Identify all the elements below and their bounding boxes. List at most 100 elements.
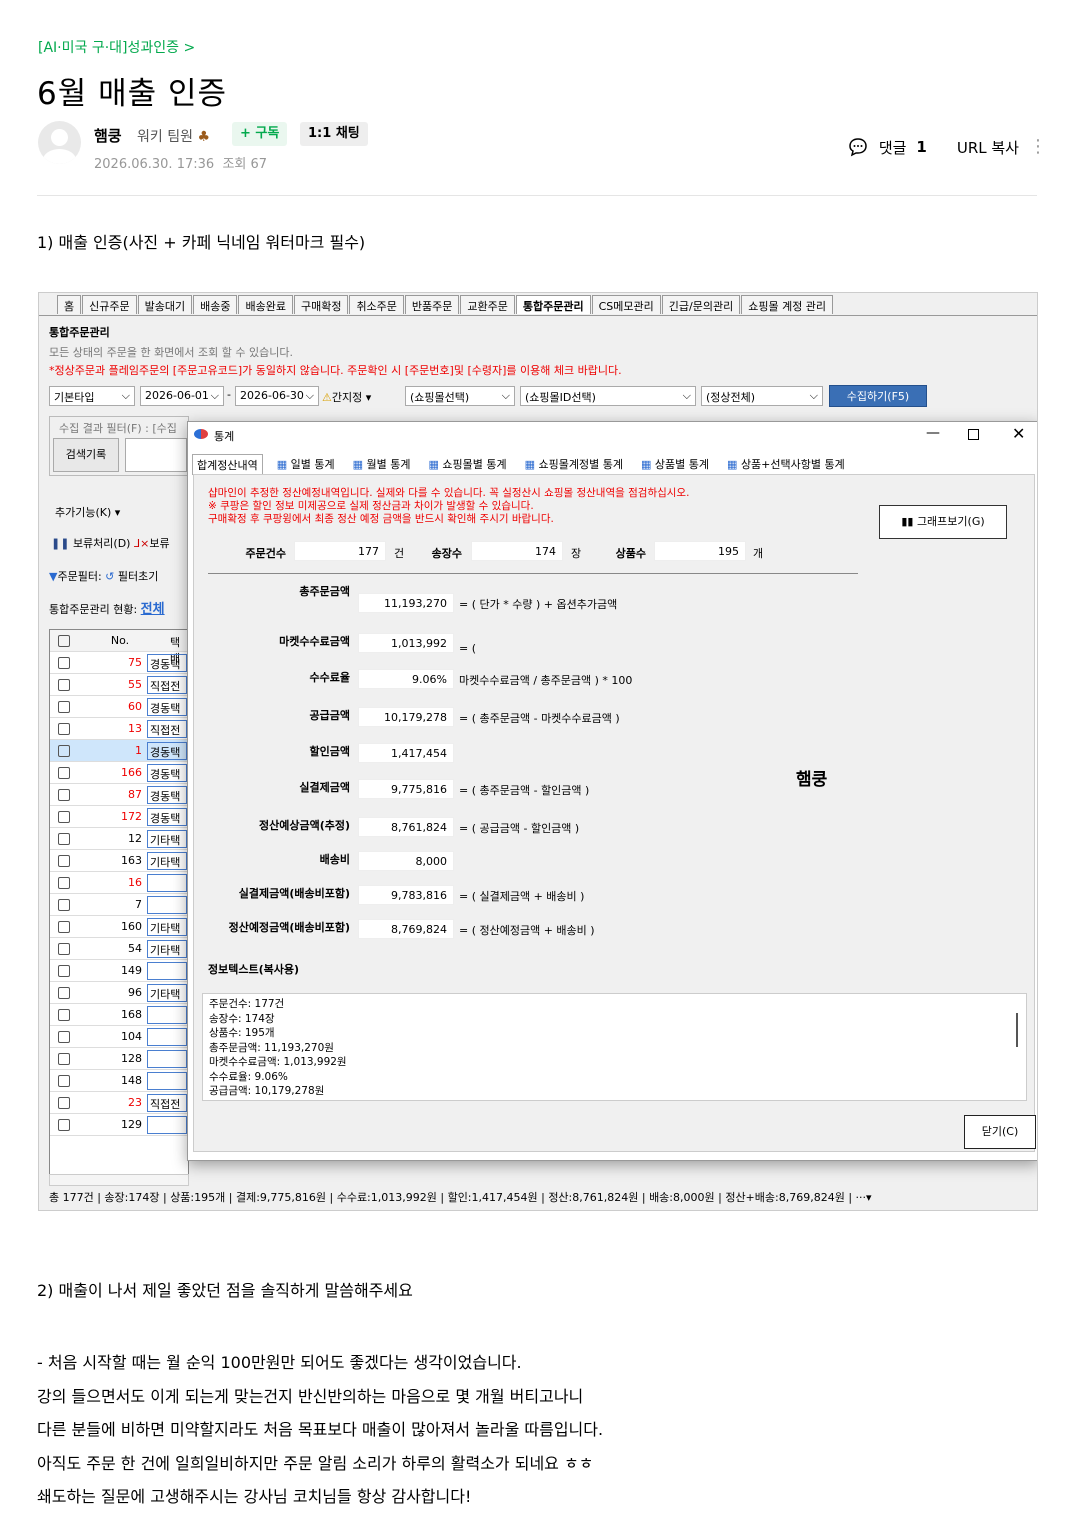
row-checkbox[interactable] [58, 943, 70, 955]
row-checkbox[interactable] [58, 679, 70, 691]
row-checkbox[interactable] [58, 745, 70, 757]
row-checkbox[interactable] [58, 877, 70, 889]
table-row[interactable]: 104 [50, 1026, 188, 1048]
quick-range-button[interactable]: ⚠간지정 ▾ [322, 389, 371, 405]
row-checkbox[interactable] [58, 811, 70, 823]
row-courier[interactable]: 기타택 [147, 984, 187, 1002]
table-row[interactable]: 149 [50, 960, 188, 982]
app-tab[interactable]: 취소주문 [349, 295, 404, 314]
table-row[interactable]: 163 기타택 [50, 850, 188, 872]
comment-icon[interactable] [847, 136, 869, 158]
date-from-input[interactable]: 2026-06-01 ⌵ [140, 386, 224, 406]
table-row[interactable]: 16 [50, 872, 188, 894]
dialog-tab[interactable]: ▦ 상품별 통계 [637, 454, 713, 475]
row-checkbox[interactable] [58, 833, 70, 845]
row-checkbox[interactable] [58, 723, 70, 735]
select-all-checkbox[interactable] [58, 635, 70, 647]
table-row[interactable]: 172 경동택 [50, 806, 188, 828]
row-checkbox[interactable] [58, 855, 70, 867]
app-tab[interactable]: 배송중 [193, 295, 238, 314]
post-category[interactable]: [AI·미국 구·대]성과인증 > [38, 37, 195, 57]
table-row[interactable]: 96 기타택 [50, 982, 188, 1004]
dialog-tab[interactable]: ▦ 일별 통계 [273, 454, 339, 475]
maximize-icon[interactable] [968, 429, 979, 440]
row-courier[interactable]: 기타택 [147, 940, 187, 958]
table-row[interactable]: 60 경동택 [50, 696, 188, 718]
mall-id-select[interactable]: (쇼핑몰ID선택) ⌵ [520, 386, 696, 406]
app-tab[interactable]: 배송완료 [238, 295, 293, 314]
table-row[interactable]: 7 [50, 894, 188, 916]
app-tab[interactable]: CS메모관리 [591, 295, 661, 314]
row-courier[interactable] [147, 962, 187, 980]
minimize-icon[interactable]: — [926, 425, 940, 441]
more-icon[interactable]: ⋮ [1029, 138, 1047, 156]
row-checkbox[interactable] [58, 965, 70, 977]
row-checkbox[interactable] [58, 1097, 70, 1109]
subscribe-button[interactable]: + 구독 [232, 122, 288, 146]
search-history-button[interactable]: 검색기록 [53, 438, 119, 472]
author-name[interactable]: 햄쿵 [94, 125, 122, 146]
mall-select[interactable]: (쇼핑몰선택) ⌵ [405, 386, 515, 406]
app-tab-active[interactable]: 통합주문관리 [515, 295, 591, 314]
table-row[interactable]: 54 기타택 [50, 938, 188, 960]
row-checkbox[interactable] [58, 1075, 70, 1087]
date-to-input[interactable]: 2026-06-30 ⌵ [235, 386, 319, 406]
status-all-tab[interactable]: 전체 [141, 602, 165, 617]
state-select[interactable]: (정상전체) ⌵ [701, 386, 823, 406]
app-tab[interactable]: 신규주문 [82, 295, 137, 314]
hold-button[interactable]: ❚❚ 보류처리(D) ⅃×보류 [51, 535, 170, 551]
table-row[interactable]: 87 경동택 [50, 784, 188, 806]
app-tab[interactable]: 반품주문 [404, 295, 460, 314]
filter-input[interactable] [125, 438, 187, 472]
dialog-tab[interactable]: ▦ 쇼핑몰별 통계 [425, 454, 511, 475]
app-tab[interactable]: 홈 [57, 295, 82, 314]
avatar[interactable] [38, 121, 81, 164]
close-button[interactable]: 닫기(C) [964, 1115, 1036, 1149]
row-courier[interactable] [147, 1116, 187, 1134]
dialog-tab[interactable]: ▦ 쇼핑몰계정별 통계 [521, 454, 627, 475]
close-icon[interactable]: ✕ [1012, 424, 1025, 443]
row-checkbox[interactable] [58, 1031, 70, 1043]
dialog-tab[interactable]: ▦ 상품+선택사항별 통계 [723, 454, 849, 475]
comment-count[interactable]: 1 [916, 138, 926, 156]
dialog-tab[interactable]: ▦ 월별 통계 [349, 454, 415, 475]
info-textarea[interactable]: 주문건수: 177건 송장수: 174장 상품수: 195개 총주문금액: 11,19… [202, 993, 1027, 1101]
type-select[interactable]: 기본타입 ⌵ [49, 386, 135, 406]
app-tab[interactable]: 구매확정 [293, 295, 349, 314]
table-row[interactable]: 12 기타택 [50, 828, 188, 850]
horizontal-scrollbar[interactable] [49, 1174, 189, 1186]
row-courier[interactable] [147, 1028, 187, 1046]
row-checkbox[interactable] [58, 767, 70, 779]
row-checkbox[interactable] [58, 657, 70, 669]
row-courier[interactable] [147, 1072, 187, 1090]
status-more[interactable]: ···▾ [856, 1191, 872, 1204]
row-courier[interactable]: 직접전 [147, 1094, 187, 1112]
comment-label[interactable]: 댓글 [879, 137, 907, 158]
row-checkbox[interactable] [58, 789, 70, 801]
table-row[interactable]: 128 [50, 1048, 188, 1070]
order-filter[interactable]: ▼주문필터: ↺ 필터초기 [49, 568, 158, 584]
app-tab[interactable]: 교환주문 [460, 295, 515, 314]
table-row[interactable]: 166 경동택 [50, 762, 188, 784]
row-checkbox[interactable] [58, 1119, 70, 1131]
table-row[interactable]: 55 직접전 [50, 674, 188, 696]
app-tab[interactable]: 발송대기 [137, 295, 193, 314]
url-copy-button[interactable]: URL 복사 [957, 137, 1019, 158]
table-row[interactable]: 129 [50, 1114, 188, 1136]
table-row[interactable]: 160 기타택 [50, 916, 188, 938]
dialog-tab-active[interactable]: 합계정산내역 [192, 454, 263, 475]
info-scrollbar[interactable] [1016, 1013, 1018, 1047]
row-checkbox[interactable] [58, 701, 70, 713]
table-row[interactable]: 75 경동택 [50, 652, 188, 674]
row-courier[interactable] [147, 1006, 187, 1024]
table-row[interactable]: 1 경동택 [50, 740, 188, 762]
row-checkbox[interactable] [58, 1053, 70, 1065]
table-row[interactable]: 168 [50, 1004, 188, 1026]
chat-button[interactable]: 1:1 채팅 [300, 122, 368, 146]
app-tab[interactable]: 쇼핑몰 계정 관리 [741, 295, 834, 314]
table-row[interactable]: 148 [50, 1070, 188, 1092]
row-checkbox[interactable] [58, 899, 70, 911]
graph-button[interactable]: ▮▮ 그래프보기(G) [879, 505, 1007, 539]
table-row[interactable]: 13 직접전 [50, 718, 188, 740]
extra-menu[interactable]: 추가기능(K) ▾ [55, 504, 120, 520]
